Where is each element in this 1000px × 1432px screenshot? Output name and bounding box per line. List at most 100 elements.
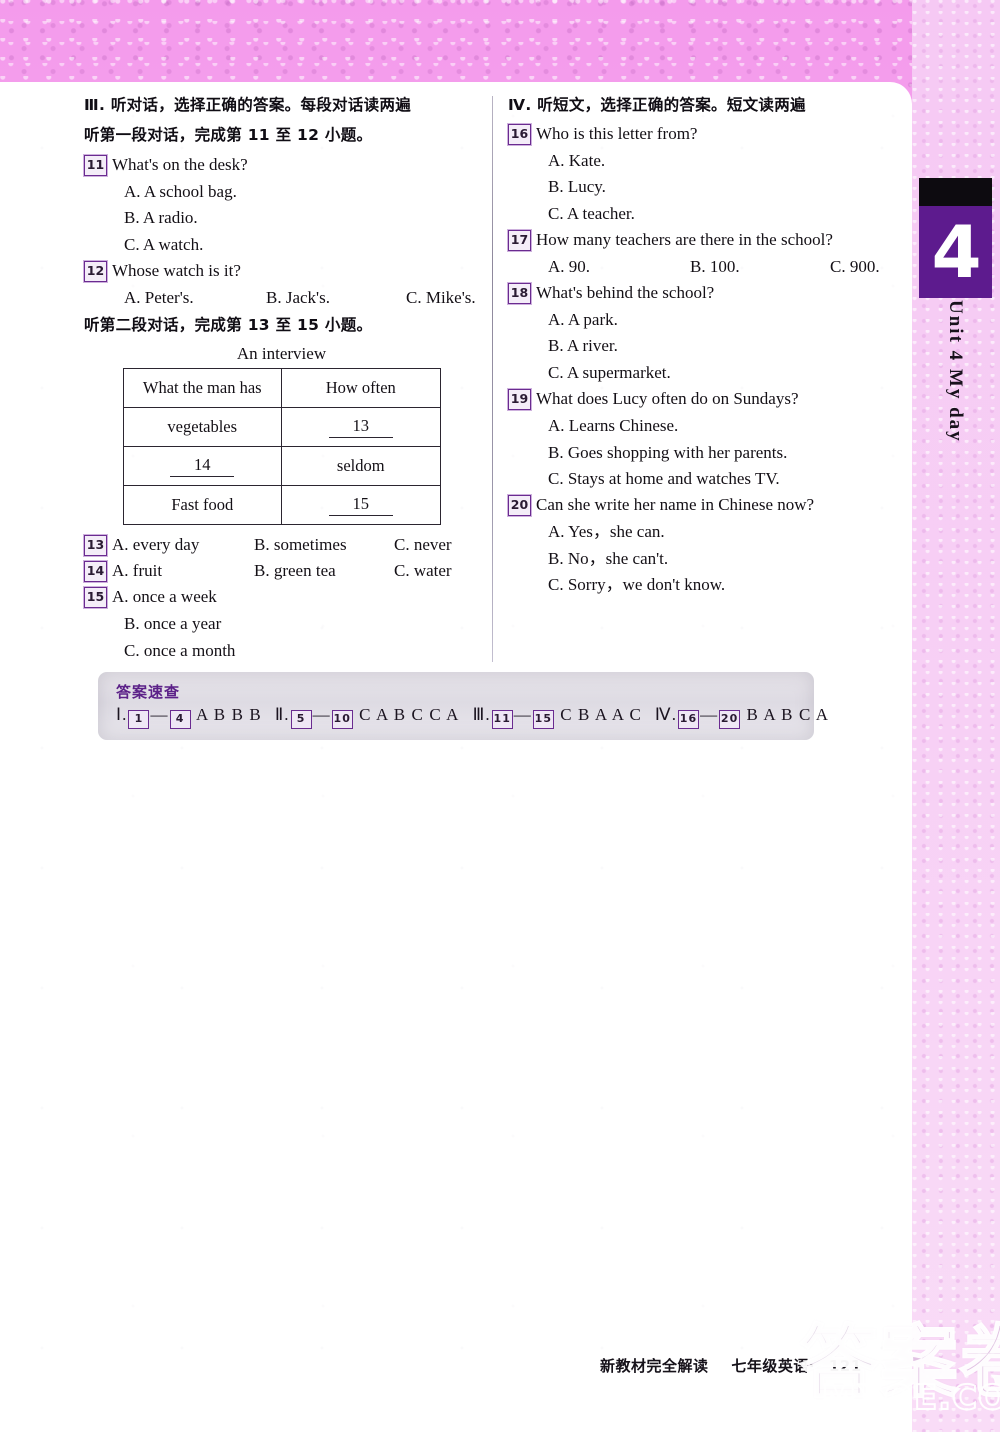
table-cell-blank: 15 bbox=[281, 485, 441, 526]
question-number-badge: 16 bbox=[508, 124, 531, 145]
option-c[interactable]: C. Stays at home and watches TV. bbox=[508, 468, 908, 490]
answer-group-roman: Ⅳ. bbox=[654, 705, 678, 724]
watermark-site: MXQE.COM bbox=[821, 1377, 1000, 1419]
answer-letters: C B A A C bbox=[560, 705, 642, 724]
table-row: 14 seldom bbox=[122, 446, 441, 487]
answer-group: Ⅱ. 5—10 C A B C C A bbox=[274, 705, 460, 729]
option-b[interactable]: B. once a year bbox=[84, 613, 479, 635]
blank-15: 15 bbox=[328, 494, 393, 517]
option-a[interactable]: A. every day bbox=[112, 534, 254, 556]
option-c[interactable]: C. A watch. bbox=[84, 234, 479, 256]
question-number-badge: 11 bbox=[84, 155, 107, 176]
table-cell-item: vegetables bbox=[122, 407, 282, 448]
option-b[interactable]: B. Goes shopping with her parents. bbox=[508, 442, 908, 464]
question-stem: Whose watch is it? bbox=[112, 261, 241, 281]
unit-tab-number: 4 bbox=[931, 210, 981, 294]
option-a[interactable]: A. Learns Chinese. bbox=[508, 415, 908, 437]
table-cell-blank: 14 bbox=[122, 446, 282, 487]
answer-group-roman: Ⅰ. bbox=[116, 705, 128, 724]
question-11: 11 What's on the desk? bbox=[84, 154, 479, 176]
question-number-badge: 20 bbox=[508, 495, 531, 517]
answer-letters: C A B C C A bbox=[359, 705, 460, 724]
table-cell-item: seldom bbox=[281, 446, 441, 487]
question-stem: What's on the desk? bbox=[112, 155, 248, 174]
option-c[interactable]: C. water bbox=[394, 560, 452, 582]
option-a[interactable]: A. A school bag. bbox=[84, 181, 479, 203]
question-18: 18 What's behind the school? bbox=[508, 282, 908, 305]
interview-table-title: An interview bbox=[236, 344, 327, 364]
answer-key-line: Ⅰ. 1—4 A B B B Ⅱ. 5—10 C A B C C A Ⅲ. 11—15 C… bbox=[116, 705, 842, 729]
question-stem: What does Lucy often do on Sundays? bbox=[536, 389, 799, 409]
question-20: 20 Can she write her name in Chinese now… bbox=[508, 494, 908, 517]
question-13: 13 A. every day B. sometimes C. never bbox=[84, 534, 479, 557]
question-number-badge: 15 bbox=[84, 587, 107, 609]
blank-14: 14 bbox=[170, 455, 235, 478]
option-b[interactable]: B. sometimes bbox=[254, 534, 394, 556]
question-17-options: A. 90. B. 100. C. 900. bbox=[508, 256, 908, 278]
section-4-heading: Ⅳ. 听短文，选择正确的答案。短文读两遍 bbox=[508, 96, 806, 114]
option-c[interactable]: C. A supermarket. bbox=[508, 362, 908, 384]
answer-letters: A B B B bbox=[196, 705, 262, 724]
answer-group: Ⅲ. 11—15 C B A A C bbox=[472, 705, 642, 729]
option-c[interactable]: C. Mike's. bbox=[406, 287, 476, 309]
table-header-cell: What the man has bbox=[122, 368, 282, 409]
option-a[interactable]: A. fruit bbox=[112, 560, 254, 582]
question-number-badge: 12 bbox=[84, 261, 107, 283]
option-b[interactable]: B. 100. bbox=[690, 256, 830, 278]
option-c[interactable]: C. once a month bbox=[84, 640, 479, 662]
option-b[interactable]: B. A river. bbox=[508, 335, 908, 357]
question-15: 15 A. once a week bbox=[84, 586, 479, 609]
unit-tab-label-text: Unit 4 My day bbox=[945, 300, 966, 443]
table-header-row: What the man has How often bbox=[122, 368, 441, 409]
option-a[interactable]: A. A park. bbox=[508, 309, 908, 331]
blank-13: 13 bbox=[328, 416, 393, 439]
option-b[interactable]: B. green tea bbox=[254, 560, 394, 582]
option-c[interactable]: C. never bbox=[394, 534, 452, 556]
answer-range-to: 20 bbox=[719, 710, 741, 729]
question-14: 14 A. fruit B. green tea C. water bbox=[84, 560, 479, 583]
option-c[interactable]: C. A teacher. bbox=[508, 203, 908, 225]
question-number-badge: 14 bbox=[84, 561, 107, 583]
option-c[interactable]: C. Sorry，we don't know. bbox=[508, 574, 908, 596]
option-b[interactable]: B. A radio. bbox=[84, 207, 479, 229]
answer-group-roman: Ⅱ. bbox=[274, 705, 290, 724]
answer-range-from: 1 bbox=[128, 710, 150, 729]
unit-tab-label: Unit 4 My day bbox=[905, 300, 1000, 480]
option-a[interactable]: A. Yes，she can. bbox=[508, 521, 908, 543]
option-a[interactable]: A. 90. bbox=[548, 256, 690, 278]
question-19: 19 What does Lucy often do on Sundays? bbox=[508, 388, 908, 411]
question-number-badge: 13 bbox=[84, 535, 107, 557]
question-12: 12 Whose watch is it? bbox=[84, 260, 479, 283]
interview-table: What the man has How often vegetables 13… bbox=[122, 368, 441, 526]
answer-key-panel: 答案速查 Ⅰ. 1—4 A B B B Ⅱ. 5—10 C A B C C A Ⅲ. 11… bbox=[98, 672, 828, 740]
option-c[interactable]: C. 900. bbox=[830, 256, 880, 278]
answer-range-to: 15 bbox=[532, 710, 554, 729]
option-a[interactable]: A. once a week bbox=[112, 587, 217, 606]
question-16: 16 Who is this letter from? bbox=[508, 123, 908, 145]
section-3-instruction-1: 听第一段对话，完成第 11 至 12 小题。 bbox=[84, 126, 373, 144]
answer-range-from: 5 bbox=[290, 710, 312, 729]
answer-group-roman: Ⅲ. bbox=[472, 705, 491, 724]
question-number-badge: 17 bbox=[508, 230, 531, 252]
table-cell-item: Fast food bbox=[122, 485, 282, 526]
table-header-cell: How often bbox=[281, 368, 441, 409]
question-stem: Who is this letter from? bbox=[536, 124, 698, 143]
option-b[interactable]: B. Lucy. bbox=[508, 176, 908, 198]
question-number-badge: 19 bbox=[508, 389, 531, 411]
table-row: vegetables 13 bbox=[122, 407, 441, 448]
answer-letters: B A B C A bbox=[746, 705, 830, 724]
question-stem: Can she write her name in Chinese now? bbox=[536, 495, 815, 515]
option-a[interactable]: A. Kate. bbox=[508, 150, 908, 172]
column-divider bbox=[492, 96, 493, 662]
option-b[interactable]: B. Jack's. bbox=[266, 287, 406, 309]
answer-group: Ⅰ. 1—4 A B B B bbox=[116, 705, 262, 729]
option-b[interactable]: B. No，she can't. bbox=[508, 548, 908, 570]
left-column: Ⅲ. 听对话，选择正确的答案。每段对话读两遍 听第一段对话，完成第 11 至 1… bbox=[84, 93, 479, 666]
table-row: Fast food 15 bbox=[122, 485, 441, 526]
question-stem: How many teachers are there in the schoo… bbox=[536, 230, 833, 250]
footer-book-title: 新教材完全解读 bbox=[600, 1357, 709, 1375]
answer-range-from: 11 bbox=[491, 710, 513, 729]
question-stem: What's behind the school? bbox=[536, 283, 715, 303]
answer-range-to: 4 bbox=[169, 710, 191, 729]
option-a[interactable]: A. Peter's. bbox=[124, 287, 266, 309]
